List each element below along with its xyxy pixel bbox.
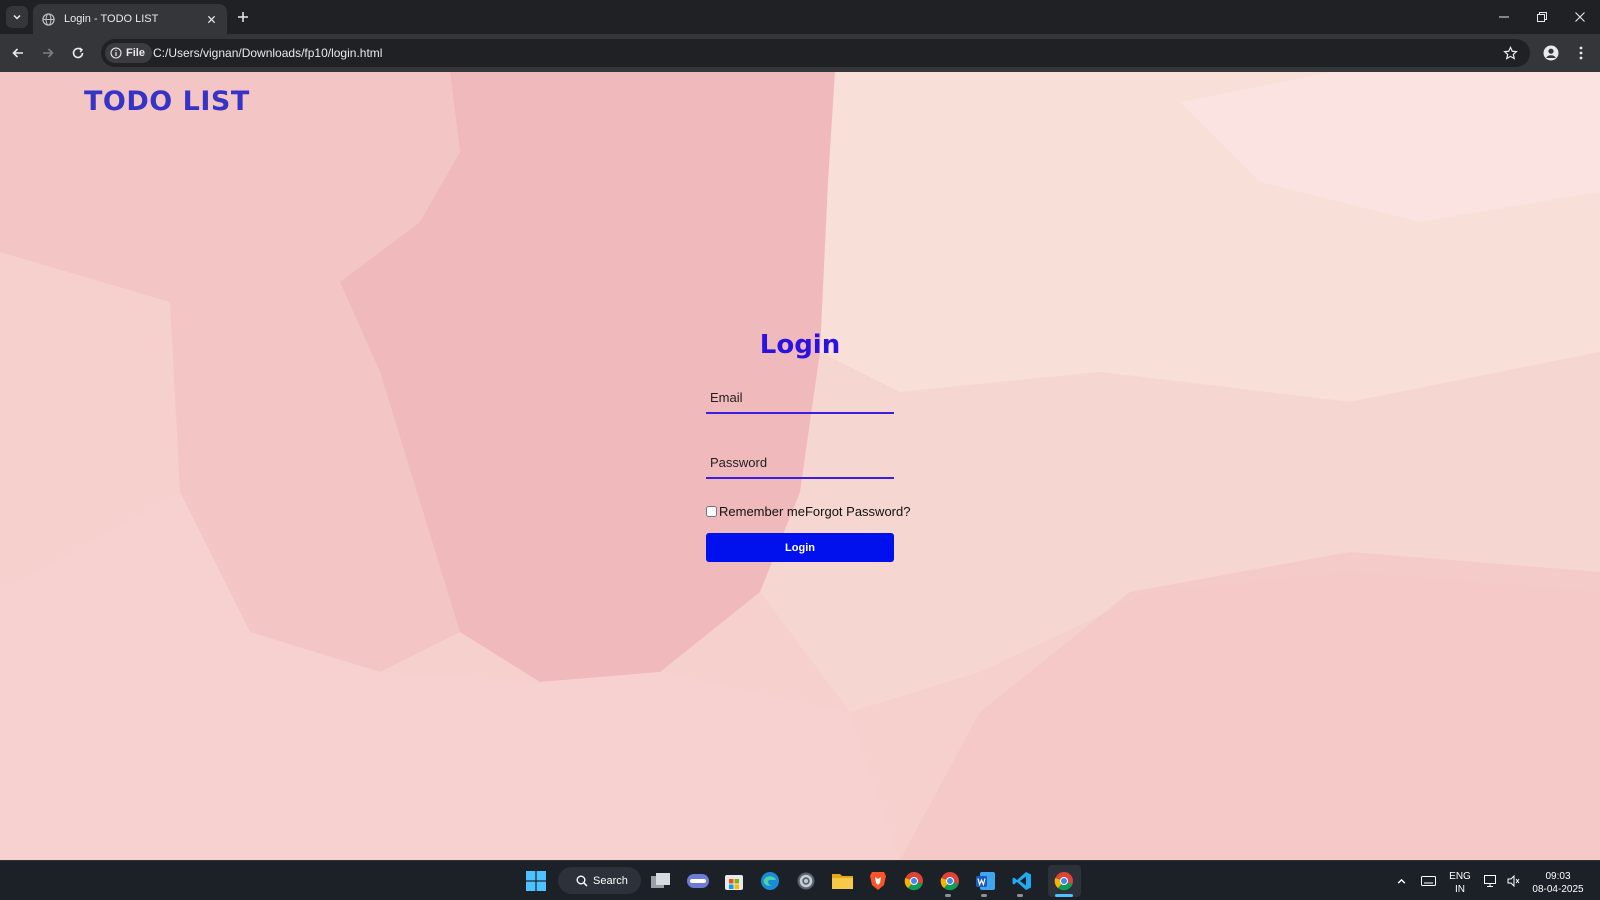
- tab-title: Login - TODO LIST: [64, 13, 159, 25]
- info-icon: [110, 47, 122, 59]
- copilot-icon[interactable]: [685, 868, 711, 894]
- running-indicator: [945, 894, 951, 897]
- bookmark-star-icon[interactable]: [1501, 44, 1519, 62]
- url-text[interactable]: C:/Users/vignan/Downloads/fp10/login.htm…: [153, 46, 382, 60]
- language-indicator[interactable]: ENG IN: [1447, 870, 1473, 896]
- search-icon: [576, 875, 588, 887]
- task-view-icon[interactable]: [648, 868, 674, 894]
- minimize-icon: [1499, 16, 1509, 18]
- brand-title: TODO LIST: [84, 86, 250, 117]
- taskbar-search-box[interactable]: Search: [558, 867, 641, 894]
- restore-icon: [1537, 12, 1547, 22]
- browser-tab-active[interactable]: Login - TODO LIST: [33, 4, 227, 34]
- taskbar-search-label: Search: [593, 874, 628, 887]
- reload-icon: [72, 47, 84, 59]
- remember-me-checkbox[interactable]: [706, 506, 717, 517]
- arrow-right-icon: [43, 48, 54, 58]
- clock[interactable]: 09:03 08-04-2025: [1527, 870, 1589, 896]
- windows-taskbar: Search ENG IN 09:03 08-04-2025: [0, 860, 1600, 900]
- running-indicator: [1017, 894, 1023, 897]
- clock-date: 08-04-2025: [1532, 884, 1584, 895]
- restore-button[interactable]: [1523, 0, 1561, 34]
- vs-code-icon[interactable]: [1009, 868, 1035, 894]
- profile-avatar-icon[interactable]: [1540, 42, 1562, 64]
- browser-tabstrip: Login - TODO LIST: [0, 0, 1600, 34]
- chevron-down-icon: [13, 14, 21, 20]
- site-info-chip[interactable]: File: [105, 43, 152, 63]
- language-label: ENG: [1449, 871, 1471, 882]
- close-window-button[interactable]: [1561, 0, 1599, 34]
- tab-search-button[interactable]: [6, 6, 28, 28]
- reload-button[interactable]: [67, 42, 89, 64]
- arrow-left-icon: [12, 48, 23, 58]
- security-chip-label: File: [126, 47, 145, 59]
- login-button[interactable]: Login: [706, 533, 894, 562]
- file-explorer-icon[interactable]: [829, 868, 855, 894]
- microsoft-store-icon[interactable]: [721, 868, 747, 894]
- chrome-icon[interactable]: [1051, 868, 1077, 894]
- login-form: Login Remember meForgot Password? Login: [706, 330, 910, 562]
- forward-button[interactable]: [37, 42, 59, 64]
- page-viewport: TODO LIST Login Remember meForgot Passwo…: [0, 72, 1600, 860]
- plus-icon: [238, 12, 248, 22]
- keyboard-icon[interactable]: [1415, 868, 1441, 894]
- email-input[interactable]: [706, 382, 894, 412]
- login-options: Remember me Forgot Password?: [706, 504, 910, 519]
- region-label: IN: [1455, 884, 1465, 895]
- forgot-password-link[interactable]: Forgot Password?: [805, 504, 911, 519]
- remember-me-label[interactable]: Remember me: [719, 504, 805, 519]
- new-tab-button[interactable]: [233, 7, 253, 27]
- tab-close-icon[interactable]: [203, 11, 219, 27]
- back-button[interactable]: [7, 42, 29, 64]
- brave-icon[interactable]: [865, 868, 891, 894]
- more-menu-icon[interactable]: [1570, 42, 1592, 64]
- login-heading: Login: [759, 330, 841, 360]
- settings-gear-icon[interactable]: [793, 868, 819, 894]
- chevron-up-icon[interactable]: [1388, 868, 1414, 894]
- active-indicator: [1055, 894, 1073, 897]
- clock-time: 09:03: [1545, 871, 1571, 882]
- word-icon[interactable]: [973, 868, 999, 894]
- volume-muted-icon[interactable]: [1500, 868, 1526, 894]
- address-bar[interactable]: File C:/Users/vignan/Downloads/fp10/logi…: [101, 39, 1530, 67]
- chrome-icon[interactable]: [937, 868, 963, 894]
- edge-icon[interactable]: [757, 868, 783, 894]
- browser-toolbar: File C:/Users/vignan/Downloads/fp10/logi…: [0, 34, 1600, 72]
- minimize-button[interactable]: [1485, 0, 1523, 34]
- email-field: [706, 382, 894, 414]
- globe-icon: [41, 12, 55, 26]
- password-field: [706, 447, 894, 479]
- password-input[interactable]: [706, 447, 894, 477]
- chrome-icon[interactable]: [901, 868, 927, 894]
- close-icon: [1575, 12, 1585, 22]
- running-indicator: [981, 894, 987, 897]
- windows-start-icon[interactable]: [523, 868, 549, 894]
